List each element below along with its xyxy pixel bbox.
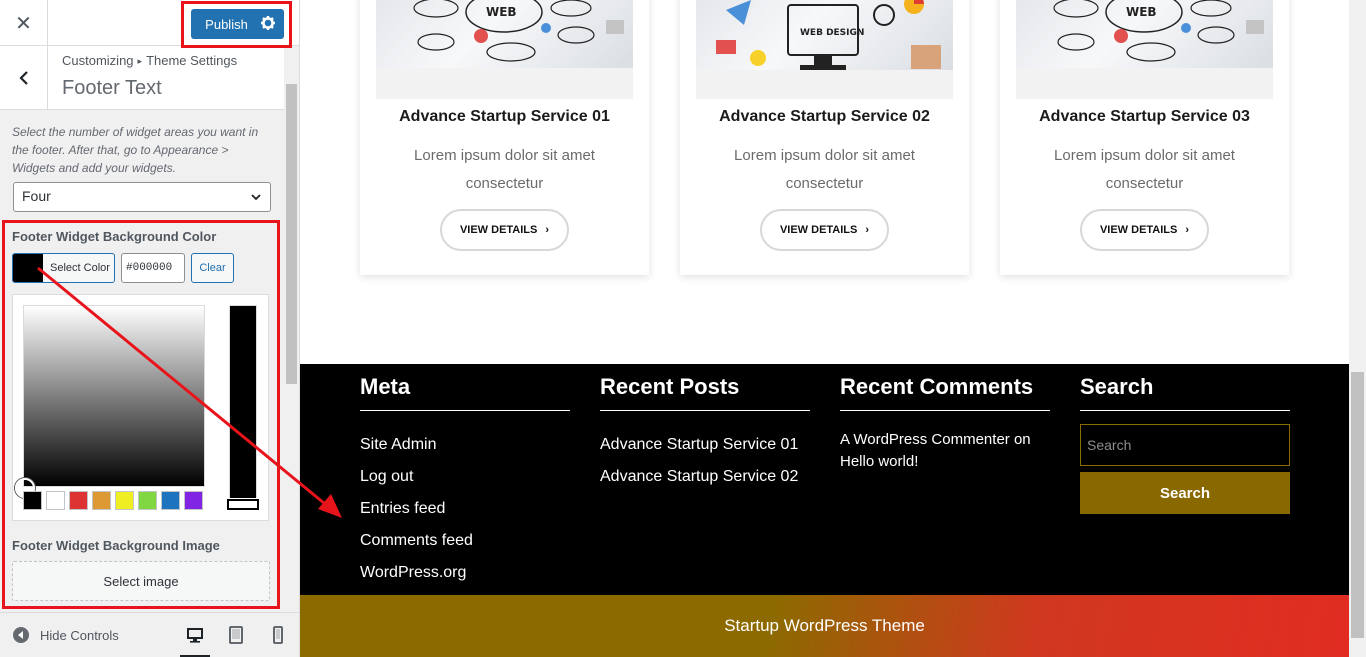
publish-button[interactable]: Publish bbox=[191, 9, 284, 39]
footer-meta-widget: Meta Site Admin Log out Entries feed Com… bbox=[360, 374, 570, 589]
service-card-desc: Lorem ipsum dolor sit amet consectetur bbox=[1054, 147, 1235, 192]
sidebar-scrollbar-thumb[interactable] bbox=[286, 84, 297, 384]
site-preview: WEB Advance Startup Service 01 Lorem ips… bbox=[300, 0, 1349, 657]
desktop-icon bbox=[187, 628, 203, 643]
select-color-label: Select Color bbox=[50, 262, 110, 274]
chevron-right-icon: › bbox=[545, 224, 550, 236]
footer-link[interactable]: Entries feed bbox=[360, 493, 570, 525]
bg-image-label: Footer Widget Background Image bbox=[12, 538, 220, 553]
recent-post-link[interactable]: Advance Startup Service 01 bbox=[600, 429, 810, 461]
palette-swatch-purple[interactable] bbox=[184, 491, 203, 510]
view-details-label: VIEW DETAILS bbox=[1099, 224, 1178, 236]
color-preview-swatch bbox=[13, 254, 43, 282]
select-image-button[interactable]: Select image bbox=[12, 561, 270, 601]
palette-swatch-black[interactable] bbox=[23, 491, 42, 510]
widget-areas-description: Select the number of widget areas you wa… bbox=[12, 125, 259, 175]
close-customizer-button[interactable]: ✕ bbox=[0, 0, 48, 46]
saturation-square[interactable] bbox=[23, 305, 205, 487]
collapse-icon bbox=[13, 627, 29, 643]
footer-link[interactable]: WordPress.org bbox=[360, 557, 570, 589]
hex-color-input[interactable]: #000000 bbox=[121, 253, 185, 283]
select-color-button[interactable]: Select Color bbox=[12, 253, 115, 283]
service-card-desc: Lorem ipsum dolor sit amet consectetur bbox=[414, 147, 595, 192]
palette-swatch-yellow[interactable] bbox=[115, 491, 134, 510]
meta-widget-title: Meta bbox=[360, 374, 570, 411]
footer-recent-posts-widget: Recent Posts Advance Startup Service 01 … bbox=[600, 374, 810, 493]
recent-posts-title: Recent Posts bbox=[600, 374, 810, 411]
search-input[interactable]: Search bbox=[1080, 424, 1290, 466]
service-card-title: Advance Startup Service 02 bbox=[719, 108, 930, 125]
footer-search-widget: Search Search Search bbox=[1080, 374, 1290, 514]
color-picker bbox=[12, 294, 269, 521]
palette-swatch-blue[interactable] bbox=[161, 491, 180, 510]
search-widget-title: Search bbox=[1080, 374, 1290, 411]
back-button[interactable] bbox=[0, 46, 48, 110]
breadcrumb-parent: Theme Settings bbox=[146, 53, 238, 68]
bg-color-label: Footer Widget Background Color bbox=[12, 229, 217, 244]
footer-link[interactable]: Site Admin bbox=[360, 429, 570, 461]
breadcrumb: Customizing ▸ Theme Settings bbox=[62, 53, 237, 68]
view-details-button[interactable]: VIEW DETAILS › bbox=[760, 209, 889, 251]
chevron-left-icon bbox=[18, 71, 28, 85]
palette-swatch-red[interactable] bbox=[69, 491, 88, 510]
widget-areas-selected: Four bbox=[22, 188, 51, 204]
recent-post-link[interactable]: Advance Startup Service 02 bbox=[600, 461, 810, 493]
breadcrumb-root: Customizing bbox=[62, 53, 134, 68]
view-details-button[interactable]: VIEW DETAILS › bbox=[1080, 209, 1209, 251]
device-desktop-button[interactable] bbox=[180, 613, 210, 657]
service-card: WEB Advance Startup Service 01 Lorem ips… bbox=[360, 0, 649, 275]
view-details-button[interactable]: VIEW DETAILS › bbox=[440, 209, 569, 251]
customizer-sidebar: ✕ Publish Customizing ▸ Theme Settings Foo… bbox=[0, 0, 300, 657]
search-button[interactable]: Search bbox=[1080, 472, 1290, 514]
hue-slider[interactable] bbox=[229, 305, 257, 510]
controls-panel: Select the number of widget areas you wa… bbox=[0, 110, 284, 612]
chevron-right-icon: › bbox=[1185, 224, 1190, 236]
service-card-title: Advance Startup Service 01 bbox=[399, 108, 610, 125]
service-card-desc: Lorem ipsum dolor sit amet consectetur bbox=[734, 147, 915, 192]
service-card-title: Advance Startup Service 03 bbox=[1039, 108, 1250, 125]
service-card-image: WEB bbox=[376, 0, 633, 99]
copyright-text[interactable]: Startup WordPress Theme bbox=[724, 616, 925, 636]
view-details-label: VIEW DETAILS bbox=[459, 224, 538, 236]
hide-controls-label: Hide Controls bbox=[40, 627, 119, 643]
gear-icon[interactable] bbox=[260, 15, 276, 31]
clear-color-button[interactable]: Clear bbox=[191, 253, 234, 283]
footer-recent-comments-widget: Recent Comments A WordPress Commenter on… bbox=[840, 374, 1050, 473]
recent-comment-entry[interactable]: A WordPress Commenter on Hello world! bbox=[840, 429, 1050, 473]
close-icon: ✕ bbox=[15, 12, 32, 35]
customizer-header: ✕ Publish bbox=[0, 0, 299, 46]
footer-link[interactable]: Comments feed bbox=[360, 525, 570, 557]
footer-link[interactable]: Log out bbox=[360, 461, 570, 493]
palette-swatch-orange[interactable] bbox=[92, 491, 111, 510]
customizer-footer: Hide Controls bbox=[0, 612, 299, 657]
recent-comments-title: Recent Comments bbox=[840, 374, 1050, 411]
palette-swatch-green[interactable] bbox=[138, 491, 157, 510]
hue-slider-handle[interactable] bbox=[227, 499, 259, 510]
hide-controls-button[interactable]: Hide Controls bbox=[12, 626, 119, 644]
palette-swatch-white[interactable] bbox=[46, 491, 65, 510]
site-footer-widgets: Meta Site Admin Log out Entries feed Com… bbox=[300, 364, 1349, 595]
chevron-right-icon: › bbox=[865, 224, 870, 236]
section-title: Footer Text bbox=[62, 77, 162, 99]
svg-text:WEB: WEB bbox=[486, 5, 517, 19]
tablet-icon[interactable] bbox=[226, 625, 246, 645]
breadcrumb-separator-icon: ▸ bbox=[137, 56, 143, 66]
chevron-down-icon bbox=[251, 194, 261, 201]
copyright-bar: Startup WordPress Theme bbox=[300, 595, 1349, 657]
svg-text:WEB DESIGN: WEB DESIGN bbox=[800, 28, 864, 38]
service-card: WEB DESIGN Advance Startup Service 02 Lo… bbox=[680, 0, 969, 275]
mobile-icon[interactable] bbox=[268, 625, 288, 645]
service-card-image: WEB DESIGN bbox=[696, 0, 953, 99]
svg-text:WEB: WEB bbox=[1126, 5, 1157, 19]
section-header: Customizing ▸ Theme Settings Footer Text bbox=[0, 46, 284, 110]
service-card: WEB Advance Startup Service 03 Lorem ips… bbox=[1000, 0, 1289, 275]
service-card-image: WEB bbox=[1016, 0, 1273, 99]
preview-scrollbar-thumb[interactable] bbox=[1351, 372, 1364, 638]
view-details-label: VIEW DETAILS bbox=[779, 224, 858, 236]
widget-areas-select[interactable]: Four bbox=[13, 182, 271, 212]
